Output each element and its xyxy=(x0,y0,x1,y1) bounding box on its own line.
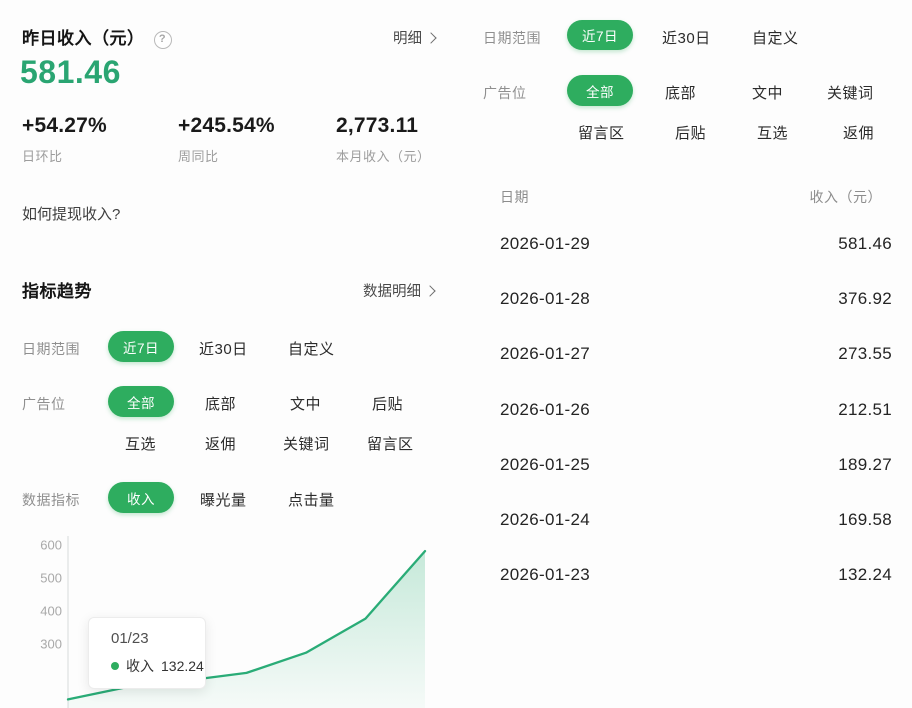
right-date-option-custom[interactable]: 自定义 xyxy=(752,27,799,48)
question-circle-icon[interactable]: ? xyxy=(154,31,172,49)
left-slot-option-post-roll[interactable]: 后贴 xyxy=(372,393,403,414)
right-date-option-7d-selected[interactable]: 近7日 xyxy=(567,20,633,50)
income-card-title-text: 昨日收入（元） xyxy=(22,29,145,48)
left-metric-option-income-selected[interactable]: 收入 xyxy=(108,482,174,513)
left-date-option-30d[interactable]: 近30日 xyxy=(199,338,248,359)
stat-day-over-day-value: +54.27% xyxy=(22,114,107,138)
row-date: 2026-01-24 xyxy=(500,510,590,530)
left-slot-option-comment-area[interactable]: 留言区 xyxy=(367,433,414,454)
left-metric-option-clicks[interactable]: 点击量 xyxy=(288,489,335,510)
chart-tooltip-series: 收入 xyxy=(126,656,154,676)
table-row: 2026-01-26 212.51 xyxy=(500,400,892,420)
income-trend-chart[interactable]: 600 500 400 300 xyxy=(6,528,436,708)
left-slot-option-bottom[interactable]: 底部 xyxy=(205,393,236,414)
trend-data-detail-label: 数据明细 xyxy=(363,280,421,301)
column-header-income: 收入（元） xyxy=(810,187,883,207)
table-row: 2026-01-25 189.27 xyxy=(500,455,892,475)
trend-data-detail-link[interactable]: 数据明细 xyxy=(363,280,434,301)
chart-tooltip-value: 132.24 xyxy=(161,658,204,674)
series-dot-icon xyxy=(111,662,119,670)
row-date: 2026-01-27 xyxy=(500,344,590,364)
right-slot-option-all-selected[interactable]: 全部 xyxy=(567,75,633,106)
row-income: 212.51 xyxy=(838,400,892,420)
chevron-right-icon xyxy=(424,285,435,296)
income-detail-link[interactable]: 明细 xyxy=(393,27,435,48)
row-income: 273.55 xyxy=(838,344,892,364)
table-row: 2026-01-27 273.55 xyxy=(500,344,892,364)
row-date: 2026-01-28 xyxy=(500,289,590,309)
svg-text:500: 500 xyxy=(40,571,62,586)
column-header-date: 日期 xyxy=(500,187,529,207)
how-to-withdraw-link[interactable]: 如何提现收入? xyxy=(22,203,120,224)
trend-section-title: 指标趋势 xyxy=(22,277,92,302)
row-date: 2026-01-25 xyxy=(500,455,590,475)
right-date-option-30d[interactable]: 近30日 xyxy=(662,27,711,48)
stat-month-income-value: 2,773.11 xyxy=(336,114,418,138)
table-row: 2026-01-24 169.58 xyxy=(500,510,892,530)
svg-text:600: 600 xyxy=(40,538,62,553)
right-date-range-label: 日期范围 xyxy=(483,28,541,48)
right-slot-option-bottom[interactable]: 底部 xyxy=(665,82,696,103)
stat-week-over-week-label: 周同比 xyxy=(178,146,219,165)
right-ad-slot-label: 广告位 xyxy=(483,83,527,103)
row-income: 189.27 xyxy=(838,455,892,475)
row-date: 2026-01-26 xyxy=(500,400,590,420)
left-metric-option-impressions[interactable]: 曝光量 xyxy=(200,489,247,510)
right-slot-option-post-roll[interactable]: 后贴 xyxy=(675,122,706,143)
row-date: 2026-01-29 xyxy=(500,234,590,254)
chevron-right-icon xyxy=(425,32,436,43)
right-slot-option-comment-area[interactable]: 留言区 xyxy=(578,122,625,143)
left-slot-option-in-article[interactable]: 文中 xyxy=(290,393,321,414)
row-date: 2026-01-23 xyxy=(500,565,590,585)
row-income: 376.92 xyxy=(838,289,892,309)
row-income: 132.24 xyxy=(838,565,892,585)
right-slot-option-rebate[interactable]: 返佣 xyxy=(843,122,874,143)
right-slot-option-mutual[interactable]: 互选 xyxy=(757,122,788,143)
left-slot-option-keyword[interactable]: 关键词 xyxy=(283,433,330,454)
yesterday-income-amount: 581.46 xyxy=(20,54,121,91)
chart-tooltip: 01/23 收入 132.24 xyxy=(88,617,206,689)
right-slot-option-keyword[interactable]: 关键词 xyxy=(827,82,874,103)
chart-tooltip-date: 01/23 xyxy=(111,630,205,647)
svg-text:400: 400 xyxy=(40,604,62,619)
income-card-title: 昨日收入（元）? xyxy=(22,24,172,49)
table-row: 2026-01-29 581.46 xyxy=(500,234,892,254)
table-row: 2026-01-28 376.92 xyxy=(500,289,892,309)
stat-week-over-week-value: +245.54% xyxy=(178,114,275,138)
svg-text:300: 300 xyxy=(40,637,62,652)
left-ad-slot-label: 广告位 xyxy=(22,394,66,414)
left-slot-option-mutual[interactable]: 互选 xyxy=(125,433,156,454)
row-income: 581.46 xyxy=(838,234,892,254)
stat-day-over-day-label: 日环比 xyxy=(22,146,63,165)
left-date-option-7d-selected[interactable]: 近7日 xyxy=(108,331,174,362)
table-row: 2026-01-23 132.24 xyxy=(500,565,892,585)
left-slot-option-all-selected[interactable]: 全部 xyxy=(108,386,174,417)
left-date-range-label: 日期范围 xyxy=(22,339,80,359)
income-detail-link-label: 明细 xyxy=(393,27,422,48)
left-slot-option-rebate[interactable]: 返佣 xyxy=(205,433,236,454)
stat-month-income-label: 本月收入（元） xyxy=(336,146,431,165)
left-date-option-custom[interactable]: 自定义 xyxy=(288,338,335,359)
left-metric-label: 数据指标 xyxy=(22,490,80,510)
income-table-header: 日期 收入（元） xyxy=(500,187,882,207)
right-slot-option-in-article[interactable]: 文中 xyxy=(752,82,783,103)
row-income: 169.58 xyxy=(838,510,892,530)
